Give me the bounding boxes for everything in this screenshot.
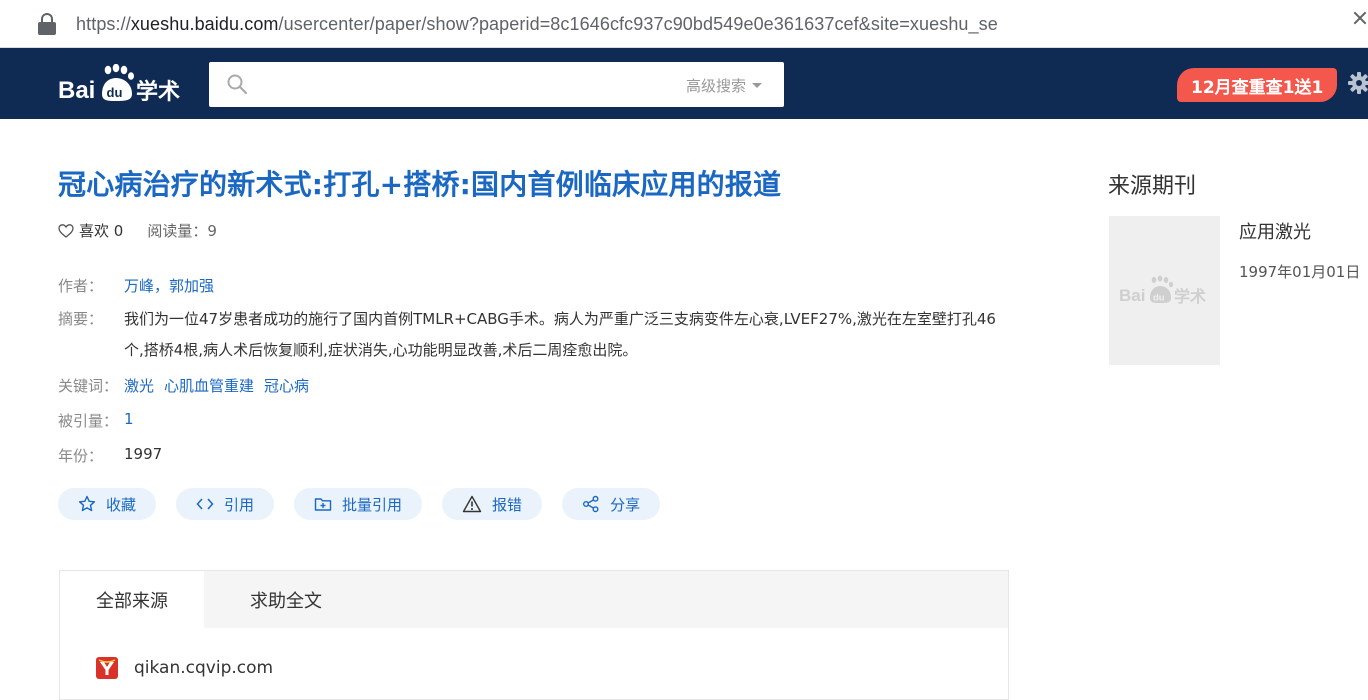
authors-row: 作者： 万峰，郭加强 [58, 275, 214, 296]
authors-label: 作者： [58, 277, 104, 295]
promo-badge[interactable]: 12月查重查1送1 [1177, 68, 1338, 102]
svg-text:学术: 学术 [136, 79, 180, 104]
tab-all-sources[interactable]: 全部来源 [60, 571, 204, 628]
warning-icon [462, 495, 482, 513]
abstract-label: 摘要： [58, 310, 104, 328]
abstract-text: 我们为一位47岁患者成功的施行了国内首例TMLR+CABG手术。病人为严重广泛三… [124, 310, 996, 359]
paper-meta: 喜欢 0 阅读量： 9 [58, 220, 217, 241]
sources-tabs: 全部来源 求助全文 [60, 571, 1008, 628]
authors-link[interactable]: 万峰，郭加强 [124, 275, 214, 296]
cite-label: 引用 [224, 495, 255, 514]
sources-panel: 全部来源 求助全文 qikan.cqvip.com [59, 570, 1009, 700]
year-label: 年份： [58, 447, 104, 465]
cqvip-icon [96, 657, 118, 679]
source-item[interactable]: qikan.cqvip.com [96, 657, 273, 679]
share-label: 分享 [610, 495, 641, 514]
batch-cite-button[interactable]: 批量引用 [294, 488, 423, 520]
cited-count-link[interactable]: 1 [124, 410, 134, 431]
batch-cite-label: 批量引用 [342, 495, 403, 514]
year-value: 1997 [124, 445, 163, 463]
likes-label[interactable]: 喜欢 [79, 220, 109, 241]
code-icon [196, 498, 214, 510]
favorite-label: 收藏 [106, 495, 137, 514]
gear-icon[interactable] [1348, 72, 1368, 94]
search-input[interactable] [259, 70, 659, 100]
likes-count: 0 [113, 221, 124, 240]
share-button[interactable]: 分享 [562, 488, 661, 520]
cite-button[interactable]: 引用 [176, 488, 275, 520]
journal-date: 1997年01月01日 [1239, 263, 1361, 281]
abstract-row: 摘要： 我们为一位47岁患者成功的施行了国内首例TMLR+CABG手术。病人为严… [58, 304, 1009, 366]
search-icon[interactable] [227, 74, 247, 94]
star-icon [78, 495, 96, 512]
report-error-label: 报错 [492, 495, 523, 514]
paper-title[interactable]: 冠心病治疗的新术式:打孔+搭桥:国内首例临床应用的报道 [58, 163, 781, 203]
close-icon[interactable] [1352, 10, 1368, 26]
address-field[interactable]: https://xueshu.baidu.com/usercenter/pape… [20, 6, 1350, 42]
keywords-label: 关键词： [58, 377, 119, 395]
advanced-search-button[interactable]: 高级搜索 [686, 75, 762, 96]
folder-add-icon [314, 498, 332, 511]
keyword-link[interactable]: 心肌血管重建 [164, 375, 254, 396]
keyword-link[interactable]: 激光 [124, 375, 154, 396]
reads-count: 9 [207, 221, 217, 240]
source-journal-heading: 来源期刊 [1108, 174, 1197, 199]
svg-text:Bai: Bai [58, 77, 95, 104]
journal-cover-image[interactable]: Bai du 学术 [1109, 216, 1220, 365]
lock-icon[interactable] [38, 13, 56, 35]
source-name-link[interactable]: qikan.cqvip.com [134, 658, 273, 678]
report-error-button[interactable]: 报错 [442, 488, 543, 520]
tab-request-fulltext[interactable]: 求助全文 [204, 571, 368, 628]
svg-text:Bai: Bai [1119, 286, 1145, 305]
year-row: 年份： 1997 [58, 445, 162, 466]
site-header: Bai du 学术 高级搜索 12月查重查1送1 [0, 48, 1368, 119]
svg-text:学术: 学术 [1174, 287, 1206, 306]
heart-icon[interactable] [58, 223, 74, 239]
baidu-xueshu-logo: Bai du 学术 [1119, 275, 1206, 306]
baidu-xueshu-logo[interactable]: Bai du 学术 [58, 64, 184, 104]
share-icon [583, 495, 599, 513]
action-bar: 收藏 引用 批量引用 报错 分享 [58, 488, 661, 520]
cited-row: 被引量： 1 [58, 410, 134, 431]
advanced-search-label: 高级搜索 [685, 77, 746, 95]
cited-label: 被引量： [58, 412, 119, 430]
chevron-down-icon [752, 83, 762, 88]
svg-text:du: du [107, 85, 123, 100]
favorite-button[interactable]: 收藏 [58, 488, 157, 520]
reads-label: 阅读量： [147, 222, 208, 240]
url-text[interactable]: https://xueshu.baidu.com/usercenter/pape… [76, 14, 998, 35]
keywords-row: 关键词： 激光 心肌血管重建 冠心病 [58, 375, 319, 396]
svg-text:du: du [1153, 292, 1165, 303]
browser-address-bar: https://xueshu.baidu.com/usercenter/pape… [0, 0, 1368, 48]
keyword-link[interactable]: 冠心病 [264, 375, 309, 396]
search-box: 高级搜索 [209, 62, 784, 107]
journal-name-link[interactable]: 应用激光 [1239, 218, 1311, 244]
